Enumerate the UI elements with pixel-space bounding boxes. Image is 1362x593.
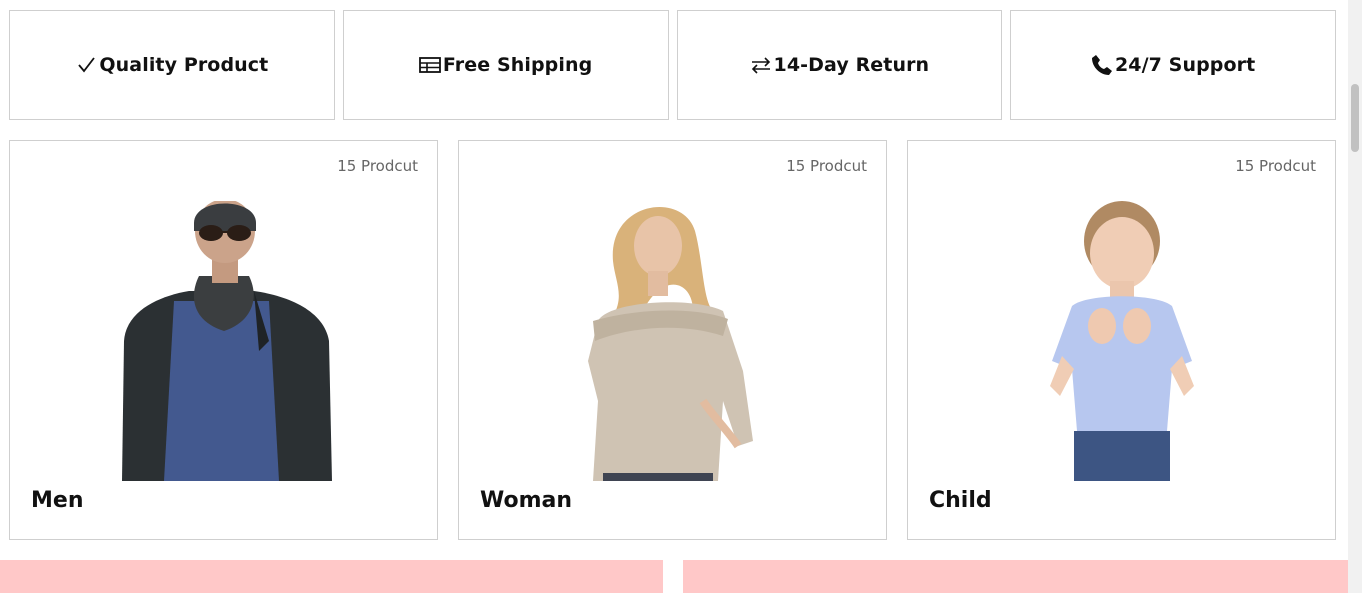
- feature-label: 14-Day Return: [773, 54, 930, 76]
- category-card-men[interactable]: 15 Prodcut Men: [9, 140, 438, 540]
- return-arrows-icon: [750, 54, 772, 76]
- product-count: 15 Prodcut: [337, 157, 418, 175]
- product-count: 15 Prodcut: [1235, 157, 1316, 175]
- product-count: 15 Prodcut: [786, 157, 867, 175]
- page: Quality Product Free Shipping 14-Day Ret…: [0, 0, 1362, 593]
- feature-free-shipping: Free Shipping: [342, 10, 669, 120]
- category-card-child[interactable]: 15 Prodcut Child: [907, 140, 1336, 540]
- child-photo: [1049, 201, 1194, 481]
- category-name: Child: [929, 488, 992, 513]
- category-grid: 15 Prodcut Men 15 Prodcut Woman 15 Prodc…: [9, 140, 1336, 540]
- men-photo: [121, 201, 332, 481]
- promo-banner-right[interactable]: [683, 560, 1348, 593]
- page-scrollbar[interactable]: [1348, 0, 1362, 593]
- promo-banner-left[interactable]: [0, 560, 663, 593]
- feature-label: Free Shipping: [442, 54, 593, 76]
- category-name: Woman: [480, 488, 573, 513]
- phone-icon: [1091, 54, 1113, 76]
- promo-banners: [0, 560, 1348, 593]
- features-bar: Quality Product Free Shipping 14-Day Ret…: [9, 10, 1336, 120]
- category-card-woman[interactable]: 15 Prodcut Woman: [458, 140, 887, 540]
- check-icon: [75, 54, 97, 76]
- feature-24-7-support: 24/7 Support: [1010, 10, 1336, 120]
- feature-14-day-return: 14-Day Return: [676, 10, 1003, 120]
- category-name: Men: [31, 488, 84, 513]
- feature-quality-product: Quality Product: [9, 10, 335, 120]
- shipping-icon: [419, 54, 441, 76]
- scrollbar-thumb[interactable]: [1351, 84, 1359, 152]
- feature-label: Quality Product: [99, 54, 269, 76]
- woman-photo: [587, 207, 753, 481]
- feature-label: 24/7 Support: [1114, 54, 1256, 76]
